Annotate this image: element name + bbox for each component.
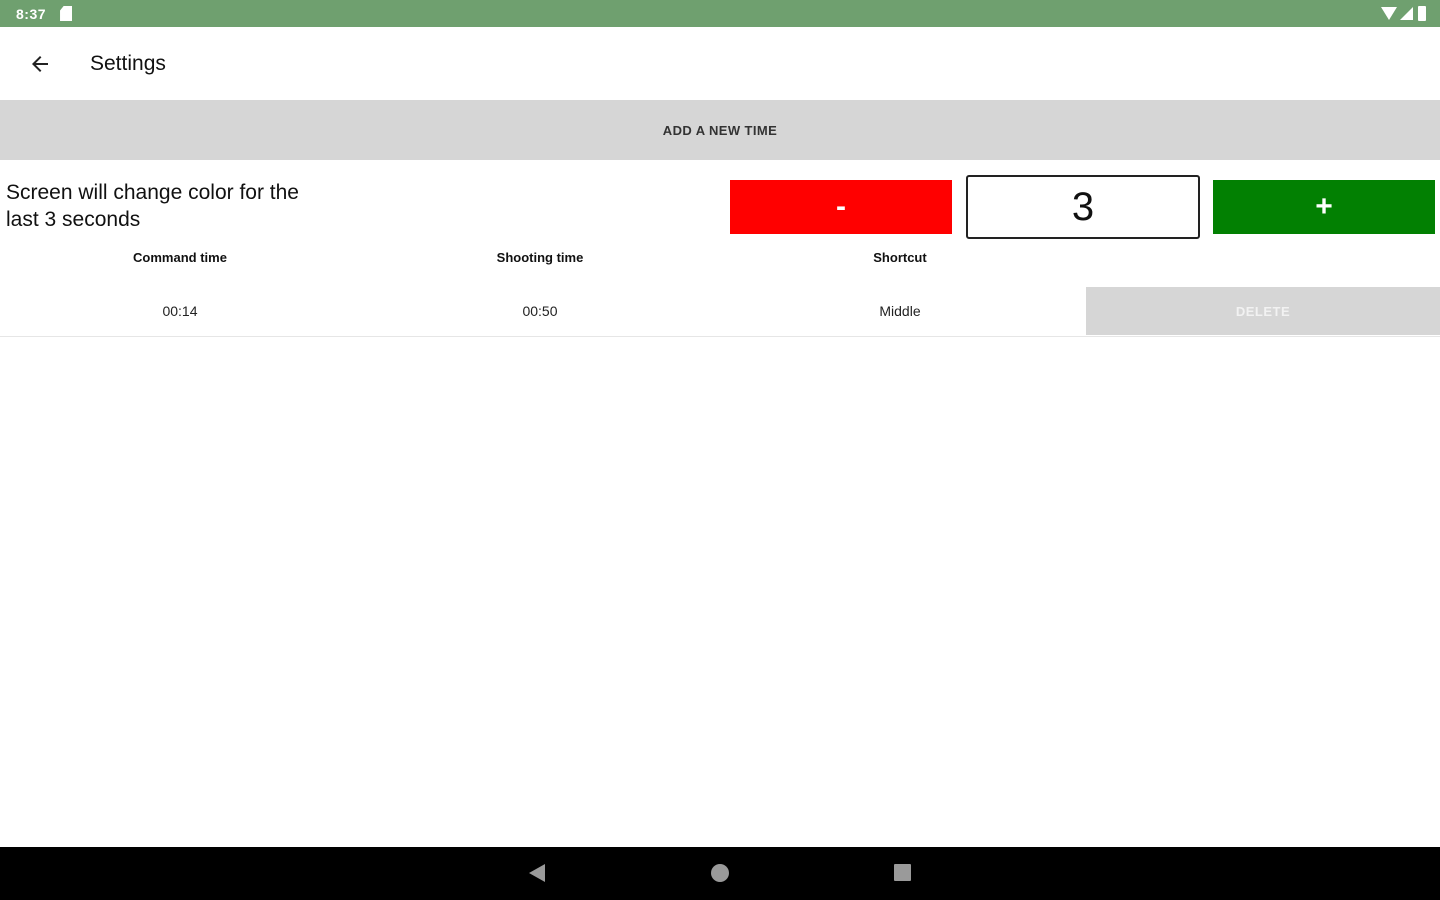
back-triangle-icon[interactable] [529, 864, 545, 882]
wifi-icon [1381, 7, 1397, 20]
status-icons [1381, 6, 1426, 21]
add-new-time-button[interactable]: ADD A NEW TIME [0, 100, 1440, 160]
arrow-left-icon [32, 55, 48, 72]
battery-icon [1418, 6, 1426, 21]
sd-card-icon [60, 6, 73, 21]
increase-seconds-button[interactable]: + [1213, 180, 1435, 234]
header-shortcut: Shortcut [873, 250, 927, 265]
shooting-time-cell: 00:50 [522, 303, 558, 319]
status-bar: 8:37 [0, 0, 1440, 27]
decrease-seconds-button[interactable]: - [730, 180, 952, 234]
settings-screen: 8:37 Settings ADD A NEW TIME Screen will… [0, 0, 1440, 900]
command-time-cell: 00:14 [162, 303, 198, 319]
color-change-info-text: Screen will change color for the last 3 … [6, 181, 299, 231]
header-command-time: Command time [133, 250, 227, 265]
header-shooting-time: Shooting time [496, 250, 584, 265]
shortcut-cell: Middle [879, 303, 921, 319]
recents-square-icon[interactable] [894, 864, 911, 881]
system-nav-bar [0, 847, 1440, 900]
signal-icon [1400, 7, 1413, 20]
delete-button[interactable]: DELETE [1086, 287, 1440, 335]
home-circle-icon[interactable] [711, 864, 729, 882]
app-bar: Settings [0, 27, 1440, 100]
status-time: 8:37 [16, 5, 47, 22]
back-button[interactable] [12, 36, 68, 92]
seconds-input[interactable]: 3 [966, 175, 1200, 239]
table-row: 00:14 00:50 Middle DELETE [0, 287, 1440, 337]
page-title: Settings [90, 51, 166, 75]
